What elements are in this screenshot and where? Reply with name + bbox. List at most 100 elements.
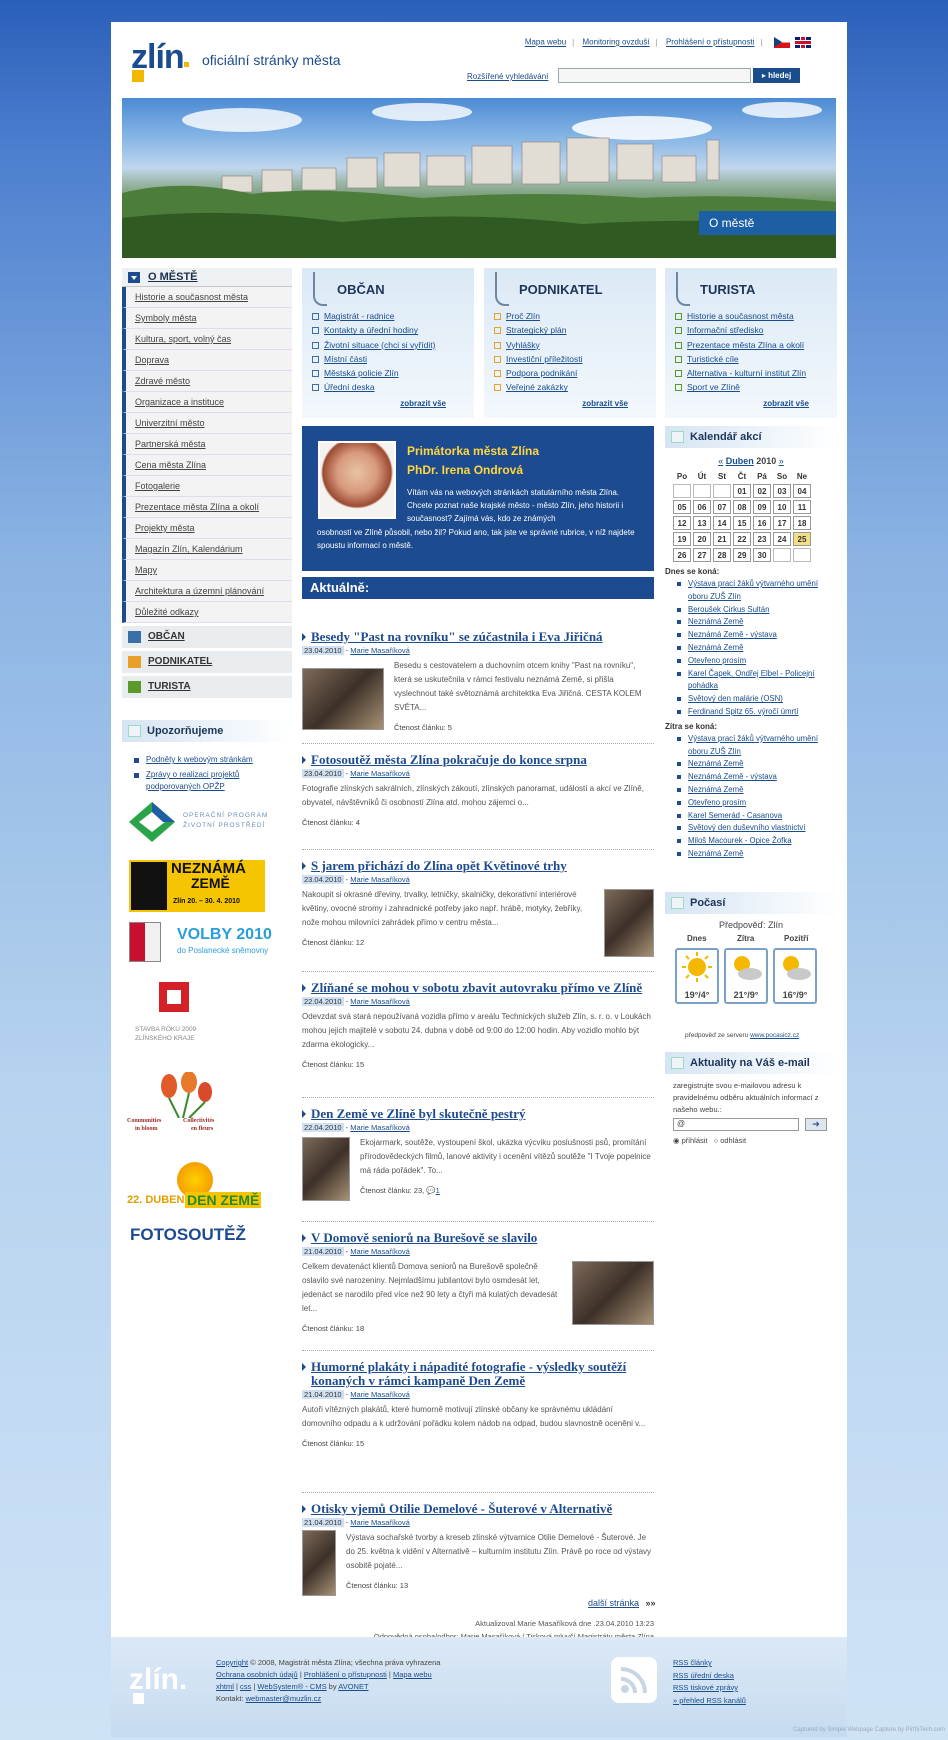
news-author[interactable]: Marie Masaříková — [350, 769, 410, 778]
calendar-day[interactable]: 23 — [753, 532, 771, 546]
calendar-day[interactable]: 04 — [793, 484, 811, 498]
search-button[interactable]: ▸ hledej — [753, 68, 800, 83]
column-link[interactable]: Životní situace (chci si vyřídit) — [312, 338, 435, 352]
news-thumbnail[interactable] — [302, 1137, 350, 1201]
next-month-link[interactable]: » — [779, 456, 784, 466]
event-link[interactable]: Neznámá Země - výstava — [675, 629, 837, 642]
rss-press-link[interactable]: RSS tiskové zprávy — [673, 1682, 746, 1695]
news-title[interactable]: S jarem přichází do Zlína opět Květinové… — [302, 859, 654, 873]
search-input[interactable] — [558, 68, 751, 83]
email-submit-button[interactable]: ➔ — [805, 1118, 827, 1131]
calendar-day[interactable]: 30 — [753, 548, 771, 562]
column-link[interactable]: Alternativa - kulturní institut Zlín — [675, 366, 806, 380]
nav-item[interactable]: Cena města Zlína — [122, 455, 292, 476]
news-title[interactable]: Besedy "Past na rovníku" se zúčastnila i… — [302, 630, 654, 644]
cms-link[interactable]: WebSystem® - CMS — [257, 1682, 326, 1691]
copyright-link[interactable]: Copyright — [216, 1658, 248, 1667]
nav-item[interactable]: Partnerská města — [122, 434, 292, 455]
event-link[interactable]: Ferdinand Spitz 65. výročí úmrtí — [675, 706, 837, 719]
news-author[interactable]: Marie Masaříková — [350, 1390, 410, 1399]
vendor-link[interactable]: AVONET — [338, 1682, 368, 1691]
nav-item[interactable]: Architektura a územní plánování — [122, 581, 292, 602]
calendar-day[interactable]: 21 — [713, 532, 731, 546]
privacy-link[interactable]: Ochrana osobních údajů — [216, 1670, 298, 1679]
accessibility-link[interactable]: Prohlášení o přístupnosti — [304, 1670, 387, 1679]
news-author[interactable]: Marie Masaříková — [350, 1518, 410, 1527]
news-thumbnail[interactable] — [302, 668, 384, 730]
news-author[interactable]: Marie Masaříková — [350, 997, 410, 1006]
calendar-day[interactable]: 13 — [693, 516, 711, 530]
nav-item[interactable]: Historie a současnost města — [122, 287, 292, 308]
event-link[interactable]: Neznámá Země — [675, 784, 837, 797]
news-thumbnail[interactable] — [302, 1530, 336, 1596]
column-link[interactable]: Podpora podnikání — [494, 366, 583, 380]
nav-item[interactable]: Fotogalerie — [122, 476, 292, 497]
promo-opzp[interactable]: OPERAČNÍ PROGRAM ŽIVOTNÍ PROSTŘEDÍ — [127, 800, 287, 848]
nav-item[interactable]: Důležité odkazy — [122, 602, 292, 623]
unsubscribe-radio[interactable]: ○ — [714, 1136, 719, 1145]
column-link[interactable]: Vyhlášky — [494, 338, 583, 352]
nav-item[interactable]: Prezentace města Zlína a okolí — [122, 497, 292, 518]
event-link[interactable]: Výstava prací žáků výtvarného umění obor… — [675, 733, 837, 759]
column-link[interactable]: Úřední deska — [312, 380, 435, 394]
event-link[interactable]: Neznámá Země — [675, 642, 837, 655]
calendar-day[interactable]: 25 — [793, 532, 811, 546]
column-link[interactable]: Proč Zlín — [494, 309, 583, 323]
calendar-day[interactable]: 17 — [773, 516, 791, 530]
event-link[interactable]: Výstava prací žáků výtvarného umění obor… — [675, 578, 837, 604]
event-link[interactable]: Neznámá Země - výstava — [675, 771, 837, 784]
next-page-link[interactable]: další stránka — [588, 1598, 639, 1608]
promo-neznama-zeme[interactable]: NEZNÁMÁ ZEMĚ Zlín 20. – 30. 4. 2010 — [129, 860, 265, 912]
promo-den-zeme[interactable]: 22. DUBEN DEN ZEMĚ — [127, 1162, 267, 1212]
calendar-day[interactable]: 27 — [693, 548, 711, 562]
news-thumbnail[interactable] — [572, 1261, 654, 1325]
column-link[interactable]: Kontakty a úřední hodiny — [312, 323, 435, 337]
event-link[interactable]: Beroušek Cirkus Sultán — [675, 604, 837, 617]
calendar-day[interactable]: 07 — [713, 500, 731, 514]
calendar-day[interactable]: 06 — [693, 500, 711, 514]
calendar-day[interactable]: 18 — [793, 516, 811, 530]
calendar-day[interactable]: 01 — [733, 484, 751, 498]
show-all-link[interactable]: zobrazit vše — [763, 399, 809, 408]
nav-section-turista[interactable]: TURISTA — [122, 676, 292, 698]
calendar-day[interactable]: 02 — [753, 484, 771, 498]
nav-item[interactable]: Kultura, sport, volný čas — [122, 329, 292, 350]
news-title[interactable]: Fotosoutěž města Zlína pokračuje do konc… — [302, 753, 654, 767]
nav-item[interactable]: Organizace a instituce — [122, 392, 292, 413]
event-link[interactable]: Neznámá Země — [675, 758, 837, 771]
news-author[interactable]: Marie Masaříková — [350, 1247, 410, 1256]
news-thumbnail[interactable] — [604, 889, 654, 957]
nav-item[interactable]: Mapy — [122, 560, 292, 581]
weather-source-link[interactable]: www.pocasicz.cz — [750, 1032, 799, 1039]
calendar-day[interactable]: 15 — [733, 516, 751, 530]
column-link[interactable]: Místní části — [312, 352, 435, 366]
news-title[interactable]: Zlíňané se mohou v sobotu zbavit autovra… — [302, 981, 654, 995]
contact-email-link[interactable]: webmaster@muzlin.cz — [246, 1694, 322, 1703]
calendar-day[interactable]: 26 — [673, 548, 691, 562]
calendar-day[interactable]: 10 — [773, 500, 791, 514]
prev-month-link[interactable]: « — [718, 456, 723, 466]
news-title[interactable]: Humorné plakáty i nápadité fotografie - … — [302, 1360, 654, 1388]
column-link[interactable]: Veřejné zakázky — [494, 380, 583, 394]
nav-item[interactable]: Zdravé město — [122, 371, 292, 392]
calendar-day[interactable]: 09 — [753, 500, 771, 514]
calendar-day[interactable]: 29 — [733, 548, 751, 562]
news-title[interactable]: Otisky vjemů Otilie Demelové - Šuterové … — [302, 1502, 654, 1516]
rss-articles-link[interactable]: RSS články — [673, 1657, 746, 1670]
toplink-air-monitoring[interactable]: Monitoring ovzduší — [582, 38, 649, 47]
column-link[interactable]: Sport ve Zlíně — [675, 380, 806, 394]
xhtml-link[interactable]: xhtml — [216, 1682, 234, 1691]
toplink-accessibility[interactable]: Prohlášení o přístupnosti — [666, 38, 755, 47]
calendar-month[interactable]: Duben — [726, 456, 754, 466]
nav-item[interactable]: Projekty města — [122, 518, 292, 539]
czech-flag-icon[interactable] — [773, 37, 790, 48]
column-link[interactable]: Investiční příležitosti — [494, 352, 583, 366]
calendar-day[interactable]: 12 — [673, 516, 691, 530]
promo-communities[interactable]: Communities in bloom Collectivités en fl… — [127, 1072, 237, 1146]
event-link[interactable]: Otevřeno prosím — [675, 655, 837, 668]
email-input[interactable]: @ — [673, 1118, 799, 1131]
subscribe-radio[interactable]: ◉ — [673, 1136, 680, 1145]
column-link[interactable]: Informační středisko — [675, 323, 806, 337]
column-link[interactable]: Prezentace města Zlína a okolí — [675, 338, 806, 352]
event-link[interactable]: Světový den duševního vlastnictví — [675, 822, 837, 835]
